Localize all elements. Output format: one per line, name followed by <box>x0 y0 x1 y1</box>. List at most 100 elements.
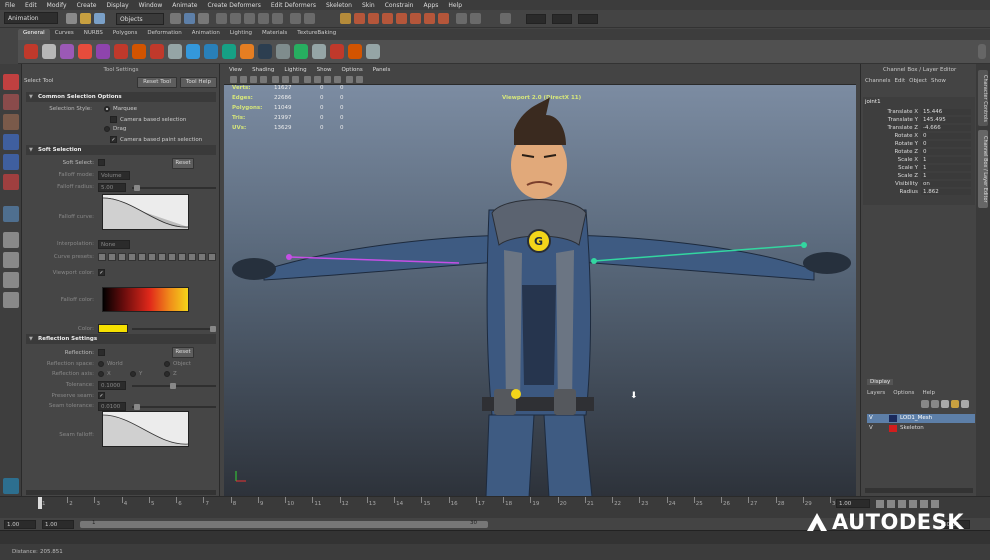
paint-select-icon[interactable] <box>3 114 19 130</box>
layout-two-icon[interactable] <box>3 272 19 288</box>
tool-settings-scrollbar[interactable] <box>26 490 216 495</box>
channel-row[interactable]: Scale Y1 <box>867 165 978 173</box>
highlight-selection-icon[interactable] <box>304 13 315 24</box>
new-layer-icon[interactable] <box>941 400 949 408</box>
layer-move-up-icon[interactable] <box>921 400 929 408</box>
shelf-tool-icon-20[interactable] <box>366 44 380 59</box>
menu-display[interactable]: Display <box>102 2 134 9</box>
layer-tab-display[interactable]: Display <box>867 379 894 385</box>
wireframe-on-shaded-icon[interactable] <box>324 76 331 83</box>
open-scene-icon[interactable] <box>80 13 91 24</box>
step-back-icon[interactable] <box>887 500 895 508</box>
falloff-color-ramp[interactable] <box>102 287 189 312</box>
viewport-menu-shading[interactable]: Shading <box>247 66 279 75</box>
current-time-marker[interactable] <box>38 497 42 509</box>
seam-falloff-graph[interactable] <box>102 411 189 447</box>
go-to-start-icon[interactable] <box>876 500 884 508</box>
tool-help-button[interactable]: Tool Help <box>180 77 217 88</box>
color-swatch[interactable] <box>98 324 128 333</box>
lights-icon[interactable] <box>346 76 353 83</box>
menu-apps[interactable]: Apps <box>418 2 443 9</box>
viewport-3d[interactable]: Verts: 11627 0 0 Edges: 22686 0 0 Polygo… <box>224 85 856 497</box>
seam-tolerance-field[interactable]: 0.0100 <box>98 402 126 411</box>
image-plane-icon[interactable] <box>260 76 267 83</box>
step-forward-icon[interactable] <box>920 500 928 508</box>
shelf-tool-icon-7[interactable] <box>132 44 146 59</box>
shelf-tab-animation[interactable]: Animation <box>187 29 225 40</box>
curve-preset-8[interactable] <box>168 253 176 261</box>
layer-menu-options[interactable]: Options <box>893 390 914 396</box>
select-by-deform-icon[interactable] <box>272 13 283 24</box>
menu-skeleton[interactable]: Skeleton <box>321 2 357 9</box>
coordinate-icon[interactable] <box>500 13 511 24</box>
marquee-radio[interactable] <box>104 106 110 112</box>
shelf-tab-general[interactable]: General <box>18 29 50 40</box>
current-frame-field[interactable]: 1.00 <box>836 499 870 508</box>
shelf-tool-icon-10[interactable] <box>186 44 200 59</box>
layer-row[interactable]: V LOD1_Mesh <box>867 414 975 423</box>
lock-selection-icon[interactable] <box>290 13 301 24</box>
render-settings-icon[interactable] <box>438 13 449 24</box>
lasso-tool-icon[interactable] <box>3 94 19 110</box>
menu-skin[interactable]: Skin <box>357 2 380 9</box>
channel-value[interactable]: -4.666 <box>921 125 971 131</box>
axis-y-radio[interactable] <box>130 371 136 377</box>
channel-row[interactable]: Visibility on <box>867 181 978 189</box>
channel-row[interactable]: Rotate Y0 <box>867 141 978 149</box>
layer-move-down-icon[interactable] <box>931 400 939 408</box>
channel-row[interactable]: Scale Z1 <box>867 173 978 181</box>
camera-based-checkbox[interactable] <box>110 116 117 123</box>
tolerance-field[interactable]: 0.1000 <box>98 381 126 390</box>
channel-value[interactable]: 145.495 <box>921 117 971 123</box>
z-field[interactable] <box>578 14 598 24</box>
camera-paint-checkbox[interactable]: ✓ <box>110 136 117 143</box>
falloff-mode-dropdown[interactable]: Volume <box>98 171 130 180</box>
curve-preset-7[interactable] <box>158 253 166 261</box>
new-layer-selected-icon[interactable] <box>951 400 959 408</box>
channel-value[interactable]: 15.446 <box>921 109 971 115</box>
layout-four-icon[interactable] <box>3 252 19 268</box>
menu-set-dropdown[interactable]: Animation <box>4 12 58 24</box>
tolerance-slider[interactable] <box>132 383 216 389</box>
channel-menu-channels[interactable]: Channels <box>865 78 890 84</box>
channel-row[interactable]: Translate X 15.446 <box>867 109 978 117</box>
layer-options-icon[interactable] <box>961 400 969 408</box>
shelf-tool-icon-14[interactable] <box>258 44 272 59</box>
ipr-render-icon[interactable] <box>424 13 435 24</box>
rotate-tool-icon[interactable] <box>3 154 19 170</box>
layer-menu-help[interactable]: Help <box>922 390 935 396</box>
select-by-surface-icon[interactable] <box>258 13 269 24</box>
axis-x-radio[interactable] <box>98 371 104 377</box>
shelf-tool-icon-6[interactable] <box>114 44 128 59</box>
interpolation-dropdown[interactable]: None <box>98 240 130 249</box>
start-time-field[interactable]: 1.00 <box>4 520 36 529</box>
bookmark-icon[interactable] <box>250 76 257 83</box>
channel-value[interactable]: 1 <box>921 165 971 171</box>
viewport-color-checkbox[interactable]: ✓ <box>98 269 105 276</box>
go-to-end-icon[interactable] <box>931 500 939 508</box>
curve-preset-3[interactable] <box>118 253 126 261</box>
falloff-curve-graph[interactable] <box>102 194 189 230</box>
channel-value[interactable]: 1 <box>921 173 971 179</box>
shelf-tool-icon-4[interactable] <box>78 44 92 59</box>
shelf-tab-lighting[interactable]: Lighting <box>225 29 257 40</box>
save-scene-icon[interactable] <box>94 13 105 24</box>
select-by-joint-icon[interactable] <box>230 13 241 24</box>
drag-radio[interactable] <box>104 126 110 132</box>
hierarchy-mode-icon[interactable] <box>170 13 181 24</box>
channel-value[interactable]: 0 <box>921 149 971 155</box>
shelf-tab-deformation[interactable]: Deformation <box>142 29 186 40</box>
history-icon[interactable] <box>396 13 407 24</box>
shelf-tool-icon-19[interactable] <box>348 44 362 59</box>
playback-start-field[interactable]: 1.00 <box>42 520 74 529</box>
shelf-tab-curves[interactable]: Curves <box>50 29 79 40</box>
x-field[interactable] <box>526 14 546 24</box>
wireframe-icon[interactable] <box>304 76 311 83</box>
select-tool-icon[interactable] <box>3 74 19 90</box>
channel-value[interactable]: 1 <box>921 157 971 163</box>
shelf-tab-polygons[interactable]: Polygons <box>108 29 142 40</box>
side-tab-channel-box[interactable]: Channel Box / Layer Editor <box>978 130 988 208</box>
channel-row[interactable]: Translate Z -4.666 <box>867 125 978 133</box>
layer-visibility-toggle[interactable]: V <box>869 414 873 423</box>
curve-preset-1[interactable] <box>98 253 106 261</box>
